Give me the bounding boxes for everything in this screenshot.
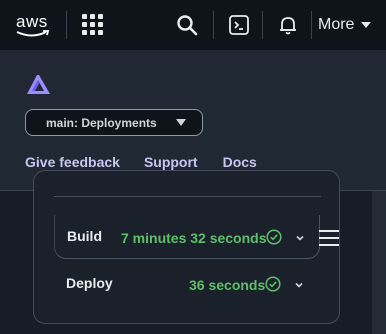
- divider: [311, 11, 312, 39]
- divider: [262, 11, 263, 39]
- search-icon[interactable]: [176, 14, 198, 36]
- caret-down-icon: [361, 22, 372, 28]
- hamburger-menu-icon[interactable]: [319, 230, 339, 246]
- scrollbar-track[interactable]: [372, 191, 386, 334]
- success-check-icon: [265, 276, 281, 292]
- aws-smile-icon: [16, 30, 50, 37]
- step-name: Build: [67, 228, 102, 244]
- more-label: More: [318, 16, 355, 33]
- step-duration: 36 seconds: [189, 277, 266, 293]
- aws-logo-text: aws: [16, 12, 48, 31]
- caret-down-icon: [176, 119, 186, 126]
- branch-select[interactable]: main: Deployments: [25, 109, 203, 136]
- give-feedback-link[interactable]: Give feedback: [25, 154, 120, 170]
- branch-select-value: main: Deployments: [46, 116, 157, 130]
- top-navigation-bar: aws More: [0, 0, 386, 50]
- step-duration: 7 minutes 32 seconds: [121, 230, 267, 246]
- step-name: Deploy: [66, 275, 113, 291]
- divider: [54, 196, 321, 197]
- success-check-icon: [266, 229, 282, 245]
- docs-link[interactable]: Docs: [223, 154, 257, 170]
- header-links: Give feedback Support Docs: [25, 154, 257, 170]
- pipeline-step-build[interactable]: Build 7 minutes 32 seconds: [54, 215, 320, 259]
- bell-icon[interactable]: [277, 14, 299, 36]
- amplify-logo: [27, 75, 50, 94]
- cloudshell-icon[interactable]: [228, 14, 250, 36]
- pipeline-step-deploy[interactable]: Deploy 36 seconds: [54, 262, 320, 306]
- divider: [66, 11, 67, 39]
- more-menu-button[interactable]: More: [318, 13, 372, 37]
- chevron-down-icon[interactable]: [295, 233, 305, 243]
- support-link[interactable]: Support: [144, 154, 198, 170]
- app-grid-icon[interactable]: [82, 14, 104, 36]
- aws-logo[interactable]: aws: [16, 10, 52, 40]
- chevron-down-icon[interactable]: [294, 280, 304, 290]
- divider: [213, 11, 214, 39]
